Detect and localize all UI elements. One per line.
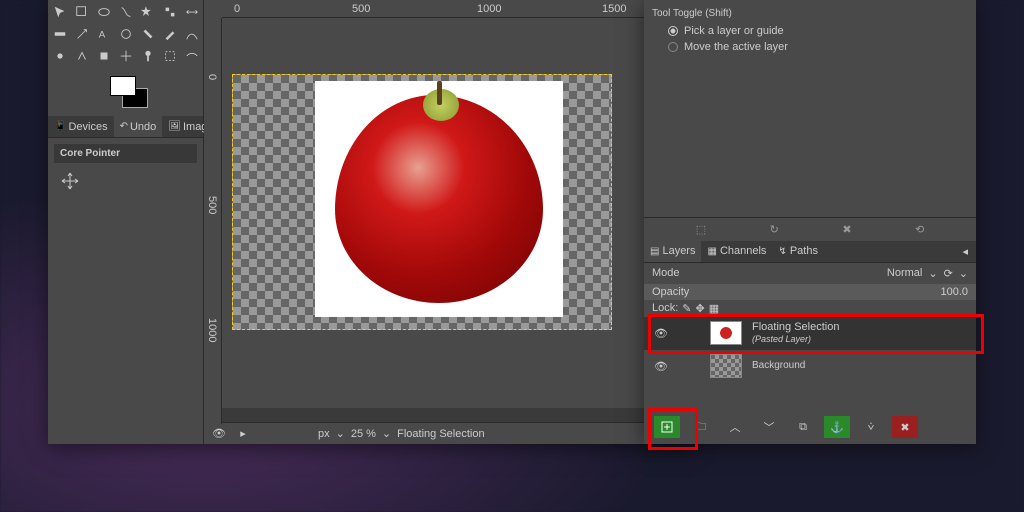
mode-row: Mode Normal ⌄ ⟳ ⌄: [644, 263, 976, 284]
mode-dropdown-icon[interactable]: ⌄: [928, 267, 937, 280]
layer-thumbnail: [710, 321, 742, 345]
layers-section: ▤Layers ▦Channels ↯Paths ◂ Mode Normal ⌄…: [644, 241, 976, 444]
canvas-image[interactable]: [232, 74, 612, 330]
layer-tabs: ▤Layers ▦Channels ↯Paths ◂: [644, 241, 976, 263]
scrollbar-horizontal[interactable]: [222, 408, 680, 422]
lower-layer-button[interactable]: ﹀: [756, 416, 782, 438]
lock-row: Lock: ✎ ✥ ▦: [644, 300, 976, 317]
tool-13[interactable]: [159, 23, 181, 45]
anchor-layer-button[interactable]: ⚓: [824, 416, 850, 438]
foreground-color[interactable]: [110, 76, 136, 96]
tool-15[interactable]: [49, 45, 71, 67]
color-swatch[interactable]: [104, 74, 148, 110]
layer-list: 👁 Floating Selection(Pasted Layer) 👁 Bac…: [644, 317, 976, 382]
unit-select[interactable]: px: [318, 428, 330, 440]
tool-10[interactable]: A: [93, 23, 115, 45]
tool-20[interactable]: [159, 45, 181, 67]
restore-icon[interactable]: ↻: [770, 223, 779, 236]
tool-11[interactable]: [115, 23, 137, 45]
tool-16[interactable]: [71, 45, 93, 67]
tool-21[interactable]: [181, 45, 203, 67]
canvas-viewport[interactable]: [222, 18, 694, 408]
lock-pixels-icon[interactable]: ✎: [682, 302, 691, 315]
tool-19[interactable]: [137, 45, 159, 67]
tool-5[interactable]: [137, 1, 159, 23]
tab-channels[interactable]: ▦Channels: [701, 241, 772, 262]
tool-2[interactable]: [71, 1, 93, 23]
statusbar: 👁 ▸ px ⌄ 25 % ⌄ Floating Selection: [204, 422, 694, 444]
tool-6[interactable]: [159, 1, 181, 23]
raise-layer-button[interactable]: ︿: [722, 416, 748, 438]
tab-devices[interactable]: 📱Devices: [48, 116, 114, 137]
delete-icon[interactable]: ✖: [842, 223, 851, 236]
tool-7[interactable]: [181, 1, 203, 23]
tool-12[interactable]: [137, 23, 159, 45]
tool-9[interactable]: [71, 23, 93, 45]
opacity-row[interactable]: Opacity 100.0: [644, 284, 976, 300]
unit-dropdown-icon[interactable]: ⌄: [336, 427, 345, 440]
layer-floating-selection[interactable]: 👁 Floating Selection(Pasted Layer): [644, 317, 976, 350]
lock-alpha-icon[interactable]: ▦: [709, 302, 719, 315]
ruler-vertical: 0 500 1000: [204, 18, 222, 424]
tool-1[interactable]: [49, 1, 71, 23]
mode-label: Mode: [652, 267, 680, 279]
radio-icon: [668, 26, 678, 36]
gimp-main-window: A 📱Devices ↶Undo 🖼Images ◂ Core Pointer: [48, 0, 694, 444]
core-pointer-label: Core Pointer: [54, 144, 197, 163]
new-layer-button[interactable]: [654, 416, 680, 438]
nav-eye-icon[interactable]: 👁: [210, 425, 228, 443]
tool-3[interactable]: [93, 1, 115, 23]
svg-text:A: A: [99, 30, 106, 41]
tool-options-actions: ⬚ ↻ ✖ ⟲: [644, 217, 976, 241]
visibility-toggle[interactable]: 👁: [652, 327, 670, 340]
layer-name: Floating Selection(Pasted Layer): [752, 321, 839, 346]
tool-4[interactable]: [115, 1, 137, 23]
save-icon[interactable]: ⬚: [696, 223, 706, 236]
dock-tabs: 📱Devices ↶Undo 🖼Images ◂: [48, 116, 203, 138]
mode-reset-icon[interactable]: ⟳: [944, 267, 953, 280]
tool-options-panel: Tool Toggle (Shift) Pick a layer or guid…: [644, 0, 976, 217]
tool-grid: A: [48, 0, 203, 68]
tool-14[interactable]: [181, 23, 203, 45]
mode-chevron-icon[interactable]: ⌄: [959, 267, 968, 280]
tab-undo[interactable]: ↶Undo: [114, 116, 163, 137]
radio-move-active[interactable]: Move the active layer: [652, 39, 968, 55]
mode-select[interactable]: Normal: [686, 267, 923, 279]
layer-buttons: 🗀 ︿ ﹀ ⧉ ⚓ ⩒ ✖: [644, 410, 976, 444]
pasted-layer: [315, 81, 563, 317]
duplicate-layer-button[interactable]: ⧉: [790, 416, 816, 438]
nav-arrow-icon[interactable]: ▸: [234, 425, 252, 443]
layers-menu[interactable]: ◂: [954, 241, 976, 262]
opacity-value: 100.0: [940, 286, 968, 298]
move-icon: [60, 171, 197, 194]
tool-8[interactable]: [49, 23, 71, 45]
zoom-dropdown-icon[interactable]: ⌄: [382, 427, 391, 440]
opacity-label: Opacity: [652, 286, 689, 298]
tool-toggle-label: Tool Toggle (Shift): [652, 8, 968, 19]
lock-label: Lock:: [652, 302, 678, 314]
delete-layer-button[interactable]: ✖: [892, 416, 918, 438]
canvas-area: 0 500 1000 1500 0 500 1000 👁 ▸ px ⌄ 25 %…: [204, 0, 694, 444]
radio-icon: [668, 42, 678, 52]
lock-position-icon[interactable]: ✥: [696, 302, 705, 315]
status-layer: Floating Selection: [397, 428, 484, 440]
new-group-button[interactable]: 🗀: [688, 416, 714, 438]
layer-thumbnail: [710, 354, 742, 378]
tool-18[interactable]: [115, 45, 137, 67]
reset-icon[interactable]: ⟲: [915, 223, 924, 236]
apple-image: [335, 95, 543, 303]
visibility-toggle[interactable]: 👁: [652, 360, 670, 373]
right-dock: Tool Toggle (Shift) Pick a layer or guid…: [644, 0, 976, 444]
tab-paths[interactable]: ↯Paths: [772, 241, 824, 262]
ruler-horizontal: 0 500 1000 1500: [222, 0, 694, 18]
layer-background[interactable]: 👁 Background: [644, 350, 976, 382]
layer-name: Background: [752, 360, 805, 372]
toolbox-panel: A 📱Devices ↶Undo 🖼Images ◂ Core Pointer: [48, 0, 204, 444]
radio-pick-layer[interactable]: Pick a layer or guide: [652, 23, 968, 39]
tab-layers[interactable]: ▤Layers: [644, 241, 701, 262]
zoom-value[interactable]: 25 %: [351, 428, 376, 440]
dock-content: Core Pointer: [48, 138, 203, 444]
merge-down-button[interactable]: ⩒: [858, 416, 884, 438]
tool-17[interactable]: [93, 45, 115, 67]
